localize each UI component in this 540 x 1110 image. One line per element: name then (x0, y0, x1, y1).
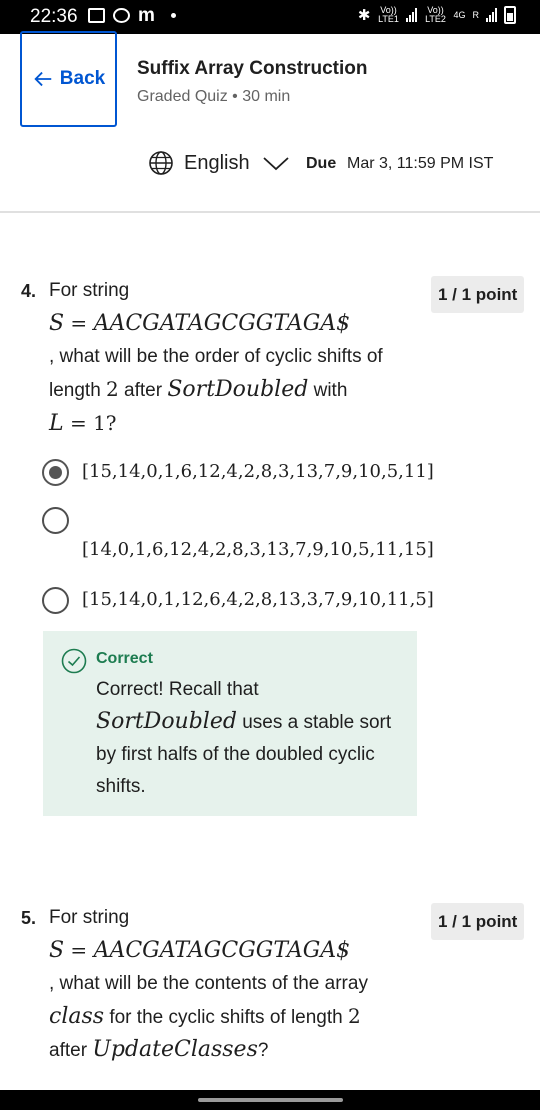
notification-icons: m (88, 5, 176, 26)
status-bar: 22:36 m ✱ Vo)) LTE1 Vo)) LTE2 4G R (0, 0, 540, 34)
question-line: length 2 after SortDoubled with (49, 377, 348, 402)
question-number: 5. (21, 908, 37, 928)
status-right: ✱ Vo)) LTE1 Vo)) LTE2 4G R (358, 6, 516, 24)
question-line: , what will be the order of cyclic shift… (49, 346, 383, 367)
battery-icon (504, 6, 516, 24)
system-nav-bar (0, 1090, 540, 1110)
question-line: after UpdateClasses? (49, 1037, 269, 1062)
question-formula: S = AACGATAGCGGTAGA$ (49, 938, 351, 963)
bluetooth-icon: ✱ (357, 7, 371, 24)
feedback-text: Correct! Recall that SortDoubled uses a … (96, 679, 392, 797)
feedback-panel: Correct Correct! Recall that SortDoubled… (43, 631, 417, 816)
back-label: Back (59, 68, 106, 89)
home-gesture-handle[interactable] (198, 1098, 343, 1102)
language-selector[interactable]: English (148, 150, 290, 176)
signal-1-icon (406, 8, 418, 22)
check-circle-icon (61, 648, 87, 674)
question-formula: S = AACGATAGCGGTAGA$ (49, 311, 351, 336)
page-title: Suffix Array Construction (137, 58, 368, 79)
question-line: , what will be the contents of the array (49, 973, 368, 994)
answer-option[interactable] (42, 459, 69, 486)
question-number: 4. (21, 281, 37, 301)
option-label: [15,14,0,1,6,12,4,2,8,3,13,7,9,10,5,11] (82, 461, 434, 482)
language-label: English (184, 151, 250, 174)
points-badge: 1 / 1 point (431, 276, 525, 313)
more-notifications-dot (170, 13, 176, 18)
option-label: [15,14,0,1,12,6,4,2,8,13,3,7,9,10,11,5] (82, 589, 434, 610)
question-line: class for the cyclic shifts of length 2 (49, 1004, 361, 1029)
signal-2-icon (486, 8, 497, 22)
status-time: 22:36 (30, 6, 78, 27)
globe-icon (149, 151, 173, 175)
header-divider (0, 211, 540, 213)
radio-selected-icon[interactable] (42, 459, 69, 486)
feedback-title: Correct (96, 650, 153, 667)
points-badge: 1 / 1 point (431, 903, 525, 940)
page-subtitle: Graded Quiz • 30 min (137, 88, 291, 105)
gallery-icon (88, 8, 105, 23)
radio-unselected-icon[interactable] (42, 507, 69, 534)
chevron-down-icon (263, 157, 289, 171)
answer-option[interactable] (42, 587, 69, 614)
question-intro: For string (49, 907, 130, 928)
question-prompt: For string S = AACGATAGCGGTAGA$ , what w… (49, 275, 419, 441)
network-lte2: Vo)) LTE2 (425, 5, 446, 24)
question-line: L = 1? (49, 411, 117, 436)
due-label: Due (306, 155, 337, 172)
network-4g: 4G (453, 9, 466, 20)
arrow-left-icon (34, 71, 52, 87)
radio-unselected-icon[interactable] (42, 587, 69, 614)
back-button[interactable]: Back (20, 31, 117, 127)
question-intro: For string (49, 280, 130, 301)
option-label: [14,0,1,6,12,4,2,8,3,13,7,9,10,5,11,15] (82, 539, 434, 560)
whatsapp-icon (113, 8, 130, 23)
answer-option[interactable] (42, 507, 69, 534)
question-prompt: For string S = AACGATAGCGGTAGA$ , what w… (49, 902, 419, 1067)
network-roaming: R (472, 9, 480, 20)
network-lte1: Vo)) LTE1 (378, 5, 399, 24)
due-date: Mar 3, 11:59 PM IST (347, 155, 494, 172)
m-icon: m (138, 5, 155, 26)
